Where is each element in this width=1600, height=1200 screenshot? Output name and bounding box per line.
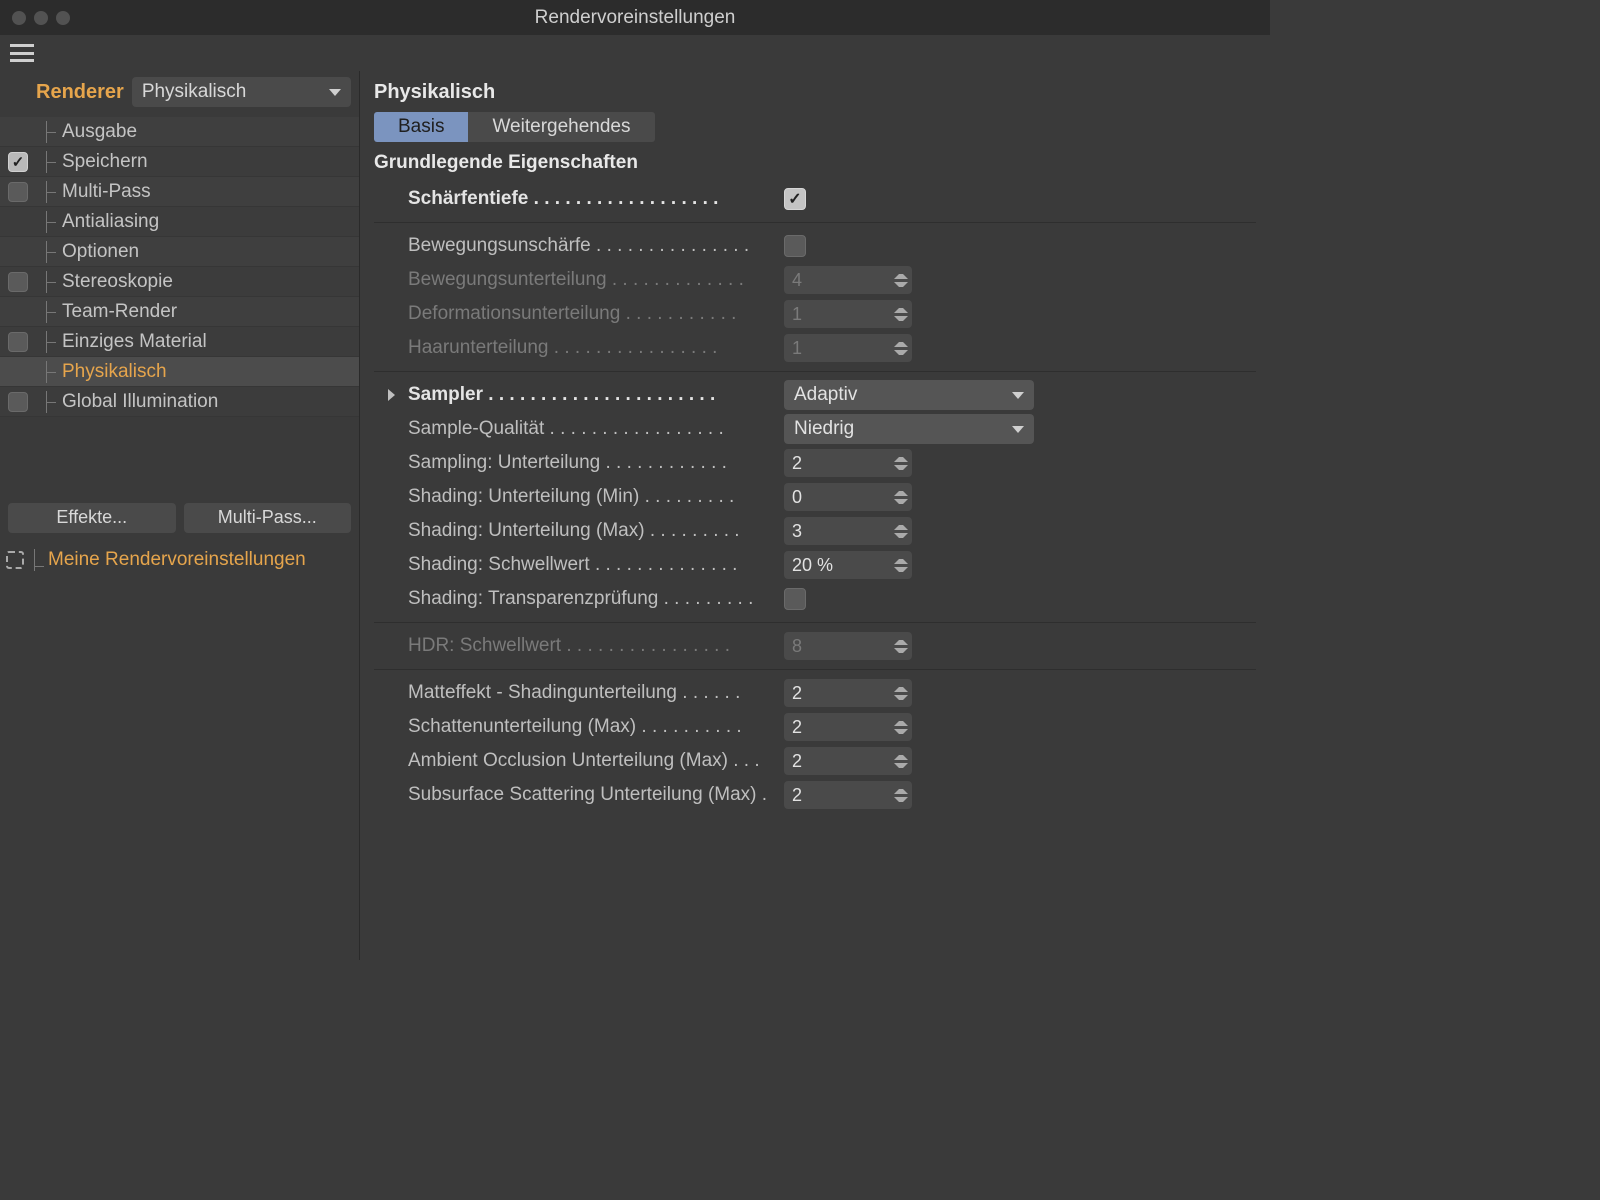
renderer-label: Renderer: [36, 81, 124, 104]
prop-label: Shading: Unterteilung (Max) . . . . . . …: [408, 520, 784, 542]
sidebar-item-ausgabe[interactable]: Ausgabe: [0, 117, 359, 147]
tab-basis[interactable]: Basis: [374, 112, 468, 142]
prop-number-input: 1: [784, 334, 912, 362]
sidebar-item-multi-pass[interactable]: Multi-Pass: [0, 177, 359, 207]
prop-matte_sub: Matteffekt - Shadingunterteilung . . . .…: [374, 676, 1256, 710]
sidebar-item-label: Antialiasing: [36, 211, 159, 233]
sidebar-item-label: Optionen: [36, 241, 139, 263]
prop-shading_max: Shading: Unterteilung (Max) . . . . . . …: [374, 514, 1256, 548]
panel-title: Physikalisch: [374, 81, 1256, 104]
sidebar-item-label: Ausgabe: [36, 121, 137, 143]
prop-label: Shading: Transparenzprüfung . . . . . . …: [408, 588, 784, 610]
prop-label: Shading: Schwellwert . . . . . . . . . .…: [408, 554, 784, 576]
prop-hair_sub: Haarunterteilung . . . . . . . . . . . .…: [374, 331, 1256, 365]
prop-sampling_sub: Sampling: Unterteilung . . . . . . . . .…: [374, 446, 1256, 480]
sidebar-checkbox[interactable]: [8, 152, 28, 172]
sidebar-checkbox[interactable]: [8, 392, 28, 412]
prop-label: Bewegungsunschärfe . . . . . . . . . . .…: [408, 235, 784, 257]
prop-label: Sample-Qualität . . . . . . . . . . . . …: [408, 418, 784, 440]
prop-number-input: 8: [784, 632, 912, 660]
prop-label: Sampling: Unterteilung . . . . . . . . .…: [408, 452, 784, 474]
sidebar-item-label: Stereoskopie: [36, 271, 173, 293]
sidebar-item-global-illumination[interactable]: Global Illumination: [0, 387, 359, 417]
prop-number-input[interactable]: 2: [784, 747, 912, 775]
prop-motion_sub: Bewegungsunterteilung . . . . . . . . . …: [374, 263, 1256, 297]
effects-button[interactable]: Effekte...: [8, 503, 176, 533]
prop-number-input[interactable]: 2: [784, 713, 912, 741]
multipass-button[interactable]: Multi-Pass...: [184, 503, 352, 533]
prop-sss_sub: Subsurface Scattering Unterteilung (Max)…: [374, 778, 1256, 812]
sidebar-item-label: Team-Render: [36, 301, 177, 323]
preset-row[interactable]: Meine Rendervoreinstellungen: [0, 539, 359, 581]
prop-number-input[interactable]: 2: [784, 679, 912, 707]
preset-icon: [6, 551, 24, 569]
prop-deform_sub: Deformationsunterteilung . . . . . . . .…: [374, 297, 1256, 331]
prop-motionblur: Bewegungsunschärfe . . . . . . . . . . .…: [374, 229, 1256, 263]
sidebar-item-physikalisch[interactable]: Physikalisch: [0, 357, 359, 387]
sidebar-item-label: Global Illumination: [36, 391, 218, 413]
chevron-right-icon[interactable]: [388, 389, 395, 401]
prop-shading_thresh: Shading: Schwellwert . . . . . . . . . .…: [374, 548, 1256, 582]
sidebar-item-antialiasing[interactable]: Antialiasing: [0, 207, 359, 237]
prop-label: Schattenunterteilung (Max) . . . . . . .…: [408, 716, 784, 738]
sidebar-tree: Ausgabe Speichern Multi-Pass Antialiasing Op…: [0, 117, 359, 497]
prop-shading_min: Shading: Unterteilung (Min) . . . . . . …: [374, 480, 1256, 514]
prop-shading_transp: Shading: Transparenzprüfung . . . . . . …: [374, 582, 1256, 616]
prop-number-input[interactable]: 3: [784, 517, 912, 545]
prop-number-input[interactable]: 2: [784, 781, 912, 809]
prop-label: Haarunterteilung . . . . . . . . . . . .…: [408, 337, 784, 359]
prop-label: Bewegungsunterteilung . . . . . . . . . …: [408, 269, 784, 291]
prop-number-input[interactable]: 0: [784, 483, 912, 511]
prop-label: Matteffekt - Shadingunterteilung . . . .…: [408, 682, 784, 704]
sidebar-item-label: Speichern: [36, 151, 148, 173]
renderer-dropdown[interactable]: Physikalisch: [132, 77, 351, 107]
preset-label: Meine Rendervoreinstellungen: [34, 549, 306, 571]
prop-ao_sub: Ambient Occlusion Unterteilung (Max) . .…: [374, 744, 1256, 778]
prop-sample_quality: Sample-Qualität . . . . . . . . . . . . …: [374, 412, 1256, 446]
sidebar-item-speichern[interactable]: Speichern: [0, 147, 359, 177]
prop-label: Sampler . . . . . . . . . . . . . . . . …: [408, 384, 784, 406]
prop-checkbox[interactable]: [784, 188, 806, 210]
tabs: Basis Weitergehendes: [374, 112, 1256, 142]
sidebar-item-team-render[interactable]: Team-Render: [0, 297, 359, 327]
sidebar-item-einziges-material[interactable]: Einziges Material: [0, 327, 359, 357]
sidebar-item-optionen[interactable]: Optionen: [0, 237, 359, 267]
title-bar: Rendervoreinstellungen: [0, 0, 1270, 35]
prop-number-input[interactable]: 2: [784, 449, 912, 477]
prop-label: Subsurface Scattering Unterteilung (Max)…: [408, 784, 784, 806]
sidebar-checkbox[interactable]: [8, 332, 28, 352]
main-panel: Physikalisch Basis Weitergehendes Grundl…: [360, 71, 1270, 960]
prop-label: Deformationsunterteilung . . . . . . . .…: [408, 303, 784, 325]
prop-number-input[interactable]: 20 %: [784, 551, 912, 579]
prop-dropdown[interactable]: Adaptiv: [784, 380, 1034, 410]
sidebar-item-label: Physikalisch: [36, 361, 167, 383]
prop-sampler: Sampler . . . . . . . . . . . . . . . . …: [374, 378, 1256, 412]
sidebar-checkbox[interactable]: [8, 272, 28, 292]
menu-icon[interactable]: [10, 44, 34, 62]
sidebar-item-label: Einziges Material: [36, 331, 207, 353]
tab-advanced[interactable]: Weitergehendes: [468, 112, 654, 142]
prop-label: HDR: Schwellwert . . . . . . . . . . . .…: [408, 635, 784, 657]
sidebar-item-stereoskopie[interactable]: Stereoskopie: [0, 267, 359, 297]
sidebar-item-label: Multi-Pass: [36, 181, 151, 203]
prop-number-input: 4: [784, 266, 912, 294]
sidebar: Renderer Physikalisch Ausgabe Speichern Mu…: [0, 71, 360, 960]
prop-checkbox[interactable]: [784, 235, 806, 257]
renderer-row: Renderer Physikalisch: [0, 71, 359, 117]
prop-label: Schärfentiefe . . . . . . . . . . . . . …: [408, 188, 784, 210]
prop-shadow_sub: Schattenunterteilung (Max) . . . . . . .…: [374, 710, 1256, 744]
prop-label: Shading: Unterteilung (Min) . . . . . . …: [408, 486, 784, 508]
prop-number-input: 1: [784, 300, 912, 328]
prop-checkbox[interactable]: [784, 588, 806, 610]
window-title: Rendervoreinstellungen: [0, 7, 1270, 29]
toolbar: [0, 35, 1270, 71]
prop-dropdown[interactable]: Niedrig: [784, 414, 1034, 444]
prop-label: Ambient Occlusion Unterteilung (Max) . .…: [408, 750, 784, 772]
prop-hdr_thresh: HDR: Schwellwert . . . . . . . . . . . .…: [374, 629, 1256, 663]
section-title: Grundlegende Eigenschaften: [374, 152, 1256, 174]
sidebar-checkbox[interactable]: [8, 182, 28, 202]
prop-dof: Schärfentiefe . . . . . . . . . . . . . …: [374, 182, 1256, 216]
